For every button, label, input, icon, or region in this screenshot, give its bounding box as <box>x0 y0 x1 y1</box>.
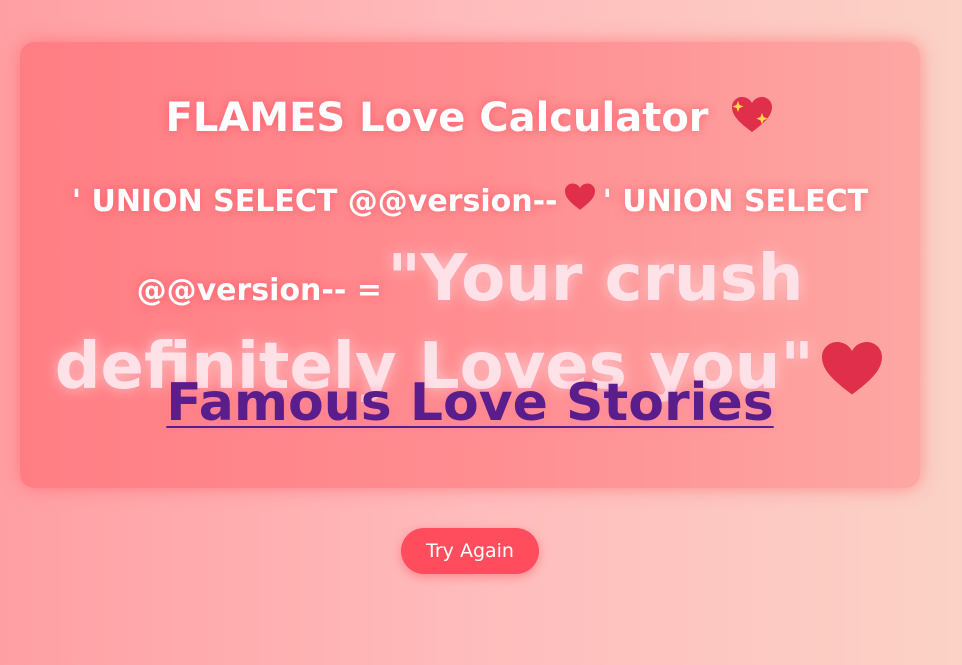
famous-love-stories-link[interactable]: Famous Love Stories <box>20 372 920 434</box>
title-text: FLAMES Love Calculator <box>165 95 709 141</box>
try-again-button[interactable]: Try Again <box>401 528 539 574</box>
sparkling-heart-icon <box>730 95 774 135</box>
names-part-1: ' UNION SELECT @@version-- <box>71 184 558 219</box>
page-title: FLAMES Love Calculator <box>20 94 920 142</box>
result-card: FLAMES Love Calculator ' UNION SELECT @@… <box>20 42 920 488</box>
heart-icon <box>563 173 597 241</box>
